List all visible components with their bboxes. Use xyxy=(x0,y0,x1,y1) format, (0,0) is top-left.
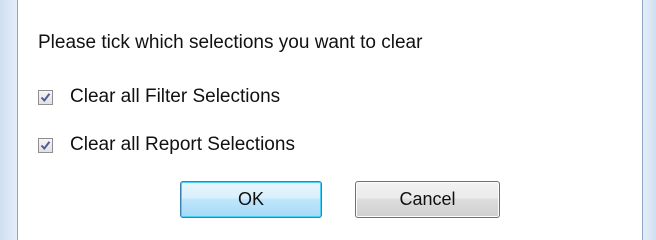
clear-selections-dialog: Please tick which selections you want to… xyxy=(17,0,643,240)
filter-selections-label[interactable]: Clear all Filter Selections xyxy=(70,86,280,108)
ok-button[interactable]: OK xyxy=(180,181,322,218)
cancel-button[interactable]: Cancel xyxy=(355,181,500,218)
filter-selections-checkbox[interactable] xyxy=(38,89,53,105)
checkmark-icon xyxy=(40,140,51,150)
dialog-prompt: Please tick which selections you want to… xyxy=(38,32,423,53)
report-selections-option[interactable]: Clear all Report Selections xyxy=(38,134,295,156)
report-selections-label[interactable]: Clear all Report Selections xyxy=(70,134,295,156)
checkmark-icon xyxy=(40,92,51,102)
window-frame-left xyxy=(0,0,17,240)
filter-selections-option[interactable]: Clear all Filter Selections xyxy=(38,86,280,108)
window-frame-right xyxy=(643,0,656,240)
report-selections-checkbox[interactable] xyxy=(38,137,53,153)
